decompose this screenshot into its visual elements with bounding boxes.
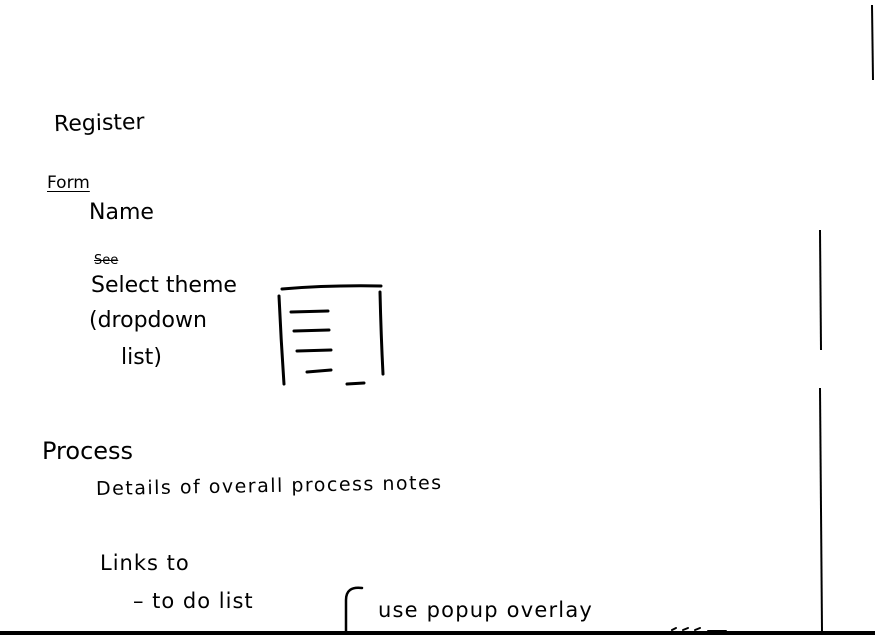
dropdown-option-line: [305, 368, 333, 374]
dropdown-top-edge: [280, 284, 383, 291]
page-edge-lines: [819, 4, 874, 633]
partial-bottom-marks: [671, 627, 727, 632]
dropdown-option-line: [292, 328, 331, 333]
right-edge-line-upper: [819, 229, 822, 351]
right-edge-line-lower: [819, 387, 823, 633]
todo-list-link: – to do list: [133, 589, 254, 613]
links-to-label: Links to: [100, 551, 190, 575]
top-right-edge-line: [871, 4, 874, 81]
process-heading: Process: [42, 437, 134, 465]
dropdown-bottom-edge: [345, 381, 366, 386]
sketch-strokes: [0, 4, 875, 635]
dropdown-option-line: [295, 348, 333, 353]
bottom-border-line: [0, 631, 875, 635]
popup-brace: [344, 586, 364, 634]
dropdown-option-line: [289, 309, 330, 314]
dropdown-right-edge: [378, 290, 385, 376]
dropdown-list-sketch: [277, 284, 385, 386]
dropdown-left-edge: [277, 294, 286, 386]
popup-overlay-note: use popup overlay: [378, 598, 594, 622]
